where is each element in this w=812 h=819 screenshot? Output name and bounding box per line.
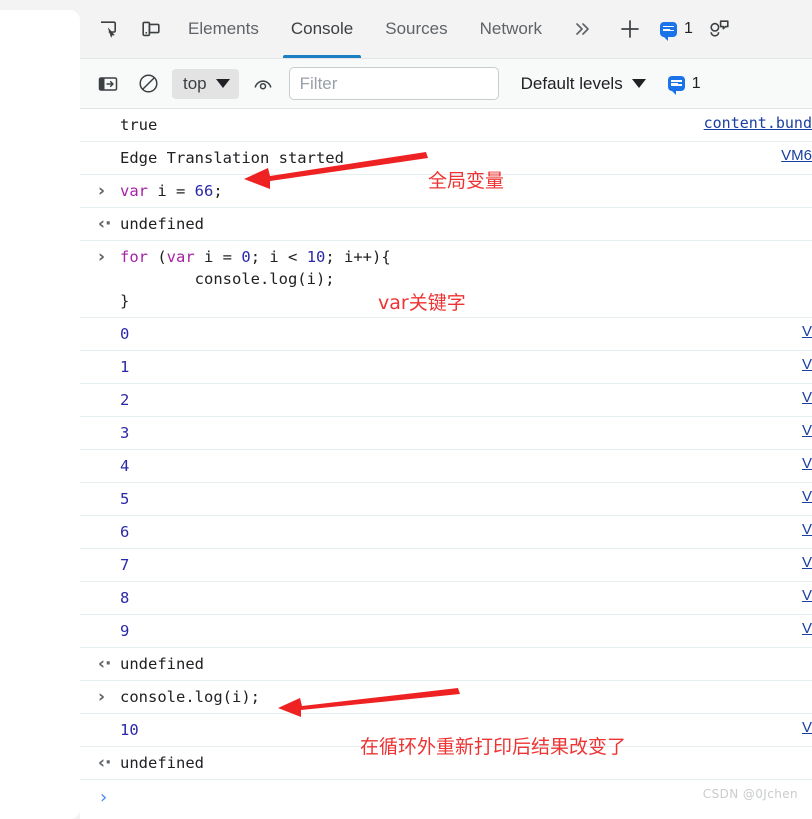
console-row-text: undefined bbox=[120, 754, 204, 772]
execution-context-value: top bbox=[183, 73, 207, 93]
prompt-chevron-icon: › bbox=[98, 687, 106, 707]
console-row[interactable]: › for (var i = 0; i < 10; i++){ console.l… bbox=[80, 241, 812, 318]
console-row[interactable]: ‹· undefined bbox=[80, 208, 812, 241]
console-row[interactable]: 2V bbox=[80, 384, 812, 417]
result-chevron-icon: ‹· bbox=[98, 753, 112, 773]
source-link[interactable]: content.bund bbox=[704, 114, 812, 132]
console-row-text: 8 bbox=[120, 589, 130, 607]
tab-network[interactable]: Network bbox=[464, 0, 558, 58]
live-expression-eye-icon[interactable] bbox=[243, 64, 283, 104]
result-chevron-icon: ‹· bbox=[98, 654, 112, 674]
console-row[interactable]: ‹· undefined bbox=[80, 747, 812, 780]
devtools-tabstrip: Elements Console Sources Network 1 bbox=[80, 0, 812, 59]
speech-bubble-icon bbox=[659, 21, 677, 41]
console-row[interactable]: 9V bbox=[80, 615, 812, 648]
console-row-text: 5 bbox=[120, 490, 130, 508]
source-link[interactable]: V bbox=[802, 521, 812, 538]
filter-input[interactable]: Filter bbox=[288, 67, 499, 100]
execution-context-select[interactable]: top bbox=[172, 68, 239, 99]
prompt-chevron-icon: › bbox=[98, 787, 109, 808]
console-row[interactable]: ‹· undefined bbox=[80, 648, 812, 681]
tab-network-label: Network bbox=[479, 19, 542, 38]
speech-bubble-icon bbox=[667, 76, 685, 95]
console-row[interactable]: 5V bbox=[80, 483, 812, 516]
console-row-text: 2 bbox=[120, 391, 130, 409]
prompt-chevron-icon: › bbox=[98, 181, 106, 201]
console-row[interactable]: 3V bbox=[80, 417, 812, 450]
source-link[interactable]: V bbox=[802, 422, 812, 439]
console-row[interactable]: true content.bund bbox=[80, 109, 812, 142]
issues-count-badge[interactable]: 1 bbox=[667, 74, 701, 95]
customize-devtools-icon[interactable] bbox=[697, 16, 743, 42]
console-row-text: 4 bbox=[120, 457, 130, 475]
log-levels-value: Default levels bbox=[520, 73, 623, 93]
prompt-chevron-icon: › bbox=[98, 247, 106, 267]
console-row[interactable]: Edge Translation started VM6 bbox=[80, 142, 812, 175]
console-toolbar: top Filter Default levels 1 bbox=[80, 59, 812, 109]
result-chevron-icon: ‹· bbox=[98, 214, 112, 234]
console-log-area[interactable]: true content.bund Edge Translation started… bbox=[80, 109, 812, 819]
log-levels-select[interactable]: Default levels bbox=[521, 74, 646, 94]
console-row-text: 6 bbox=[120, 523, 130, 541]
source-link[interactable]: V bbox=[802, 356, 812, 373]
chevron-double-right-icon[interactable] bbox=[558, 17, 606, 41]
console-row[interactable]: › console.log(i); bbox=[80, 681, 812, 714]
clear-console-icon[interactable] bbox=[128, 64, 168, 104]
screenshot-root: Elements Console Sources Network 1 top F… bbox=[0, 0, 812, 819]
issues-count-value: 1 bbox=[691, 74, 701, 92]
console-row-text: 1 bbox=[120, 358, 130, 376]
console-row-text: undefined bbox=[120, 215, 204, 233]
device-toolbar-icon[interactable] bbox=[130, 8, 172, 50]
tab-elements-label: Elements bbox=[188, 19, 259, 38]
source-link[interactable]: V bbox=[802, 455, 812, 472]
console-row[interactable]: › var i = 66; bbox=[80, 175, 812, 208]
console-row-text: 0 bbox=[120, 325, 130, 343]
tab-console-label: Console bbox=[290, 19, 354, 38]
source-link[interactable]: VM6 bbox=[781, 147, 812, 164]
source-link[interactable]: V bbox=[802, 587, 812, 604]
watermark: CSDN @0Jchen bbox=[702, 787, 798, 801]
console-sidebar-toggle-icon[interactable] bbox=[88, 64, 128, 104]
console-row-text: for (var i = 0; i < 10; i++){ console.lo… bbox=[120, 248, 391, 310]
page-content-card bbox=[0, 10, 80, 819]
source-link[interactable]: V bbox=[802, 554, 812, 571]
console-row-text: Edge Translation started bbox=[120, 149, 344, 167]
console-row[interactable]: 0V bbox=[80, 318, 812, 351]
message-count-badge[interactable]: 1 bbox=[659, 20, 693, 41]
console-row-text: 10 bbox=[120, 721, 139, 739]
chevron-down-icon bbox=[215, 79, 230, 88]
tab-console[interactable]: Console bbox=[275, 0, 369, 58]
source-link[interactable]: V bbox=[802, 488, 812, 505]
message-count-value: 1 bbox=[683, 20, 693, 37]
add-tab-icon[interactable] bbox=[606, 16, 654, 42]
console-row[interactable]: 7V bbox=[80, 549, 812, 582]
filter-placeholder: Filter bbox=[299, 73, 338, 93]
tab-sources[interactable]: Sources bbox=[369, 0, 463, 58]
inspect-element-icon[interactable] bbox=[88, 8, 130, 50]
console-row[interactable]: 6V bbox=[80, 516, 812, 549]
console-row-text: var i = 66; bbox=[120, 182, 223, 200]
console-row[interactable]: 8V bbox=[80, 582, 812, 615]
source-link[interactable]: V bbox=[802, 323, 812, 340]
tab-elements[interactable]: Elements bbox=[172, 0, 275, 58]
console-row[interactable]: 1V bbox=[80, 351, 812, 384]
console-row-text: console.log(i); bbox=[120, 688, 260, 706]
source-link[interactable]: V bbox=[802, 389, 812, 406]
console-row-text: 9 bbox=[120, 622, 130, 640]
console-row-text: 7 bbox=[120, 556, 130, 574]
console-row[interactable]: 4V bbox=[80, 450, 812, 483]
console-row-text: 3 bbox=[120, 424, 130, 442]
tab-sources-label: Sources bbox=[385, 19, 448, 38]
source-link[interactable]: V bbox=[802, 620, 812, 637]
chevron-down-icon bbox=[631, 79, 646, 88]
console-row[interactable]: 10 V bbox=[80, 714, 812, 747]
devtools-panel: Elements Console Sources Network 1 top F… bbox=[80, 0, 812, 819]
console-row-text: undefined bbox=[120, 655, 204, 673]
source-link[interactable]: V bbox=[802, 719, 812, 736]
